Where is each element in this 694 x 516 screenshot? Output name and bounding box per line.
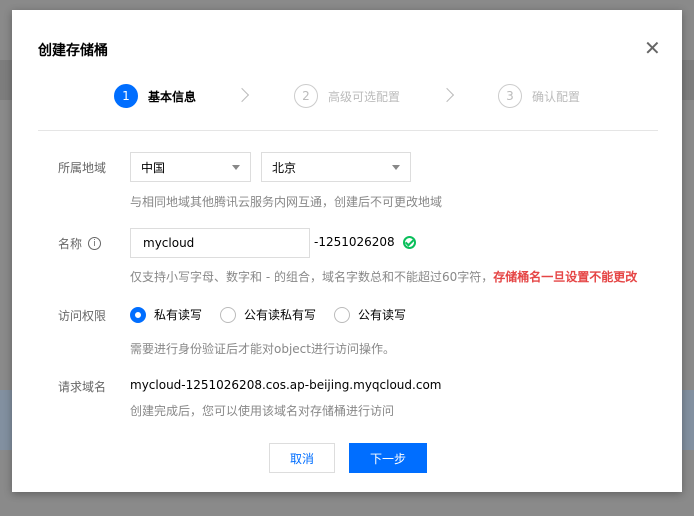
bucket-name-input[interactable]: mycloud [130, 228, 310, 258]
region-hint: 与相同地域其他腾讯云服务内网互通，创建后不可更改地域 [130, 195, 443, 209]
radio-label: 私有读写 [154, 308, 203, 322]
divider [38, 130, 658, 131]
appid-suffix-text: -1251026208 [314, 235, 395, 249]
radio-circle [130, 306, 146, 323]
city-select[interactable]: 北京 [261, 152, 411, 182]
radio-circle [334, 306, 351, 323]
radio-public-read[interactable]: 公有读私有写 [220, 306, 316, 323]
next-step-button[interactable]: 下一步 [349, 443, 427, 473]
name-label: 名称 i [58, 235, 102, 252]
step-label: 高级可选配置 [328, 89, 401, 104]
info-icon[interactable]: i [88, 237, 102, 250]
check-circle-icon [402, 235, 416, 249]
access-radio-group: 私有读写 公有读私有写 公有读写 [130, 306, 406, 323]
cancel-button[interactable]: 取消 [269, 443, 335, 473]
region-label: 所属地域 [58, 161, 107, 175]
caret-down-icon [232, 164, 240, 170]
domain-label: 请求域名 [58, 380, 107, 394]
domain-hint: 创建完成后，您可以使用该域名对存储桶进行访问 [130, 404, 395, 418]
domain-value: mycloud-1251026208.cos.ap-beijing.myqclo… [130, 378, 442, 392]
step-number: 2 [294, 84, 318, 108]
step-advanced-config: 2 高级可选配置 [294, 84, 400, 108]
chevron-right-icon [234, 87, 250, 103]
country-value: 中国 [141, 160, 166, 175]
name-hint: 仅支持小写字母、数字和 - 的组合，域名字数总和不能超过60字符，存储桶名一旦设… [130, 268, 637, 285]
radio-label: 公有读写 [358, 308, 407, 322]
access-label: 访问权限 [58, 309, 107, 323]
appid-suffix: -1251026208 [314, 235, 416, 249]
radio-private-rw[interactable]: 私有读写 [130, 306, 202, 323]
chevron-right-icon [439, 87, 455, 103]
create-bucket-dialog: 创建存储桶 ✕ 1 基本信息 2 高级可选配置 3 确认配置 所属地域 中国 北… [12, 10, 682, 492]
radio-circle [220, 306, 237, 323]
country-select[interactable]: 中国 [130, 152, 251, 182]
name-hint-text: 仅支持小写字母、数字和 - 的组合，域名字数总和不能超过60字符， [130, 270, 494, 284]
dialog-title: 创建存储桶 [38, 43, 108, 59]
step-confirm-config: 3 确认配置 [498, 84, 580, 108]
caret-down-icon [392, 164, 400, 170]
city-value: 北京 [272, 160, 297, 175]
step-label: 确认配置 [532, 89, 581, 104]
close-icon[interactable]: ✕ [644, 38, 661, 58]
access-hint: 需要进行身份验证后才能对object进行访问操作。 [130, 342, 395, 356]
step-basic-info: 1 基本信息 [114, 84, 196, 108]
step-number: 1 [114, 84, 138, 108]
bucket-name-value: mycloud [143, 236, 195, 250]
name-label-text: 名称 [58, 237, 83, 251]
name-warning: 存储桶名一旦设置不能更改 [493, 270, 638, 284]
step-number: 3 [498, 84, 522, 108]
step-label: 基本信息 [148, 89, 197, 104]
radio-public-rw[interactable]: 公有读写 [334, 306, 406, 323]
radio-label: 公有读私有写 [244, 308, 317, 322]
